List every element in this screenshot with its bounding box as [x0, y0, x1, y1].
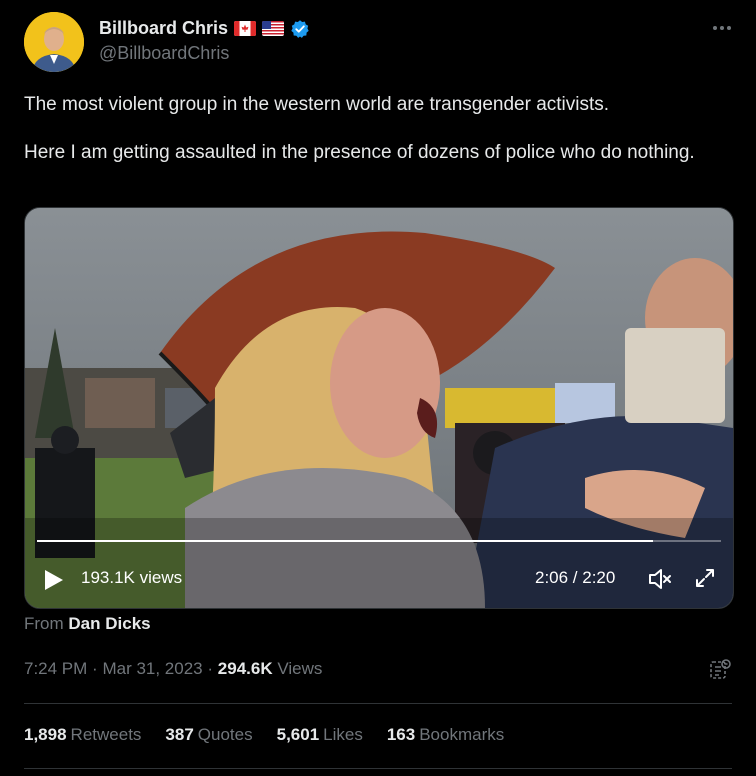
views-count: 294.6K — [217, 659, 273, 678]
stat-label: Quotes — [197, 725, 253, 744]
video-progress-bar[interactable] — [37, 540, 721, 542]
stat-count: 5,601 — [276, 725, 320, 744]
more-options-icon[interactable] — [708, 18, 736, 38]
engagement-stats: 1,898 Retweets 387 Quotes 5,601 Likes 163 Bo… — [24, 725, 504, 745]
tweet-date[interactable]: Mar 31, 2023 — [102, 659, 202, 678]
stat-count: 387 — [165, 725, 194, 744]
video-time: 2:06 / 2:20 — [535, 568, 616, 587]
stat-label: Likes — [323, 725, 363, 744]
media-source: From Dan Dicks — [24, 614, 151, 634]
stat-quotes[interactable]: 387 Quotes — [165, 725, 252, 745]
tweet-time[interactable]: 7:24 PM — [24, 659, 87, 678]
video-player[interactable]: 193.1K views 2:06 / 2:20 — [24, 207, 734, 609]
verified-badge-icon — [290, 19, 310, 39]
stat-likes[interactable]: 5,601 Likes — [277, 725, 363, 745]
divider — [24, 703, 732, 704]
tweet-line-1: The most violent group in the western wo… — [24, 94, 610, 115]
play-icon[interactable] — [43, 568, 65, 592]
usa-flag-icon — [262, 21, 285, 36]
meta-separator: · — [92, 659, 98, 678]
views-label: Views — [277, 659, 323, 678]
stat-label: Bookmarks — [419, 725, 505, 744]
media-source-name[interactable]: Dan Dicks — [68, 614, 150, 633]
stat-bookmarks[interactable]: 163 Bookmarks — [387, 725, 504, 745]
meta-separator: · — [207, 659, 214, 678]
stat-count: 1,898 — [24, 725, 67, 744]
video-progress-fill — [37, 540, 653, 542]
divider — [24, 768, 732, 769]
fullscreen-icon[interactable] — [693, 566, 717, 590]
stat-retweets[interactable]: 1,898 Retweets — [24, 725, 141, 745]
canada-flag-icon — [234, 21, 257, 36]
author-handle[interactable]: @BillboardChris — [99, 43, 229, 64]
stat-count: 163 — [386, 725, 416, 744]
video-views: 193.1K views — [81, 568, 183, 587]
tweet-line-2: Here I am getting assaulted in the prese… — [24, 142, 695, 163]
avatar[interactable] — [24, 12, 84, 72]
volume-muted-icon[interactable] — [647, 566, 673, 592]
stat-label: Retweets — [70, 725, 142, 744]
tweet-text: The most violent group in the western wo… — [24, 92, 734, 188]
media-source-prefix: From — [24, 614, 64, 633]
tweet-meta: 7:24 PM · Mar 31, 2023 · 294.6K Views — [24, 659, 322, 679]
analytics-icon[interactable] — [708, 658, 732, 682]
author-name[interactable]: Billboard Chris — [99, 18, 228, 39]
